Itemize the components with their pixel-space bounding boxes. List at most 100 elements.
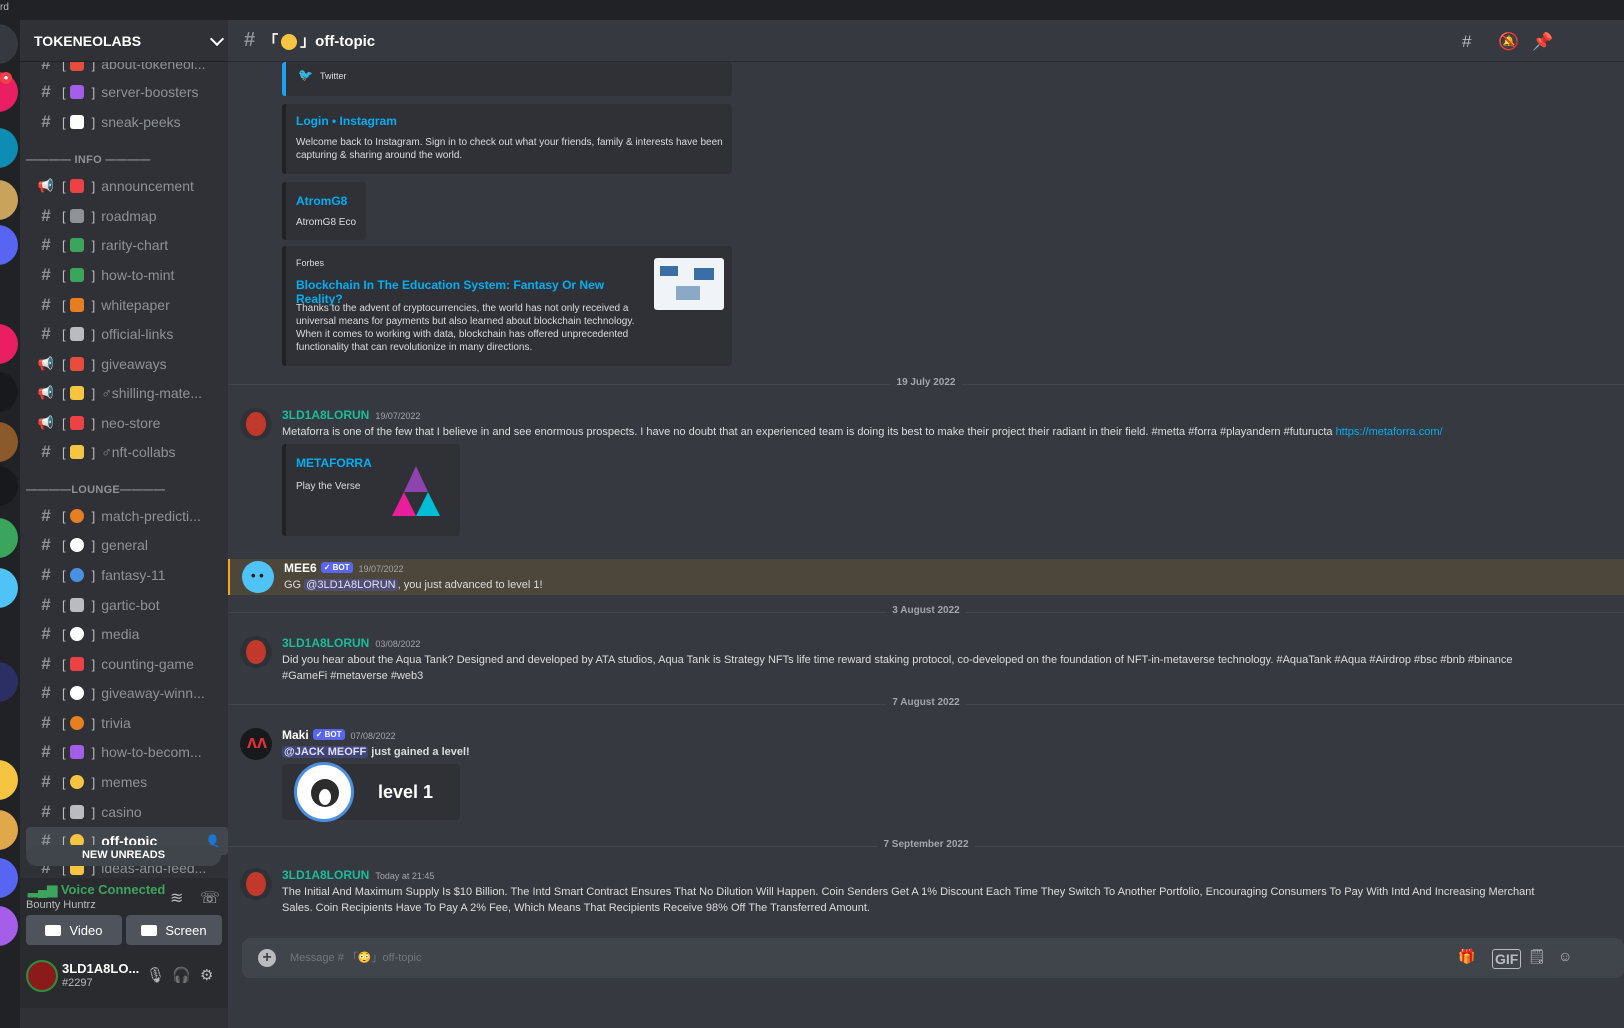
mute-bell-icon[interactable]: 🔕: [1498, 32, 1519, 52]
message-author[interactable]: 3LD1A8LORUN Today at 21:45: [282, 868, 434, 882]
embed-thumbnail[interactable]: [654, 258, 724, 310]
message-author[interactable]: MEE6 ✓ BOT 19/07/2022: [284, 561, 404, 575]
channel-emoji: [69, 62, 84, 71]
channel-item[interactable]: #[] memes: [26, 768, 228, 796]
channel-item[interactable]: #[] whitepaper: [26, 291, 228, 319]
gif-button[interactable]: GIF: [1492, 949, 1522, 969]
gift-icon[interactable]: 🎁: [1458, 948, 1475, 965]
add-attachment-icon[interactable]: +: [258, 949, 276, 967]
message-author[interactable]: 3LD1A8LORUN 03/08/2022: [282, 636, 420, 650]
user-mention[interactable]: @3LD1A8LORUN: [304, 579, 398, 591]
channel-item[interactable]: #[] rarity-chart: [26, 231, 228, 259]
channel-emoji: [281, 34, 298, 51]
message-author[interactable]: Maki ✓ BOT 07/08/2022: [282, 728, 396, 742]
category-lounge[interactable]: ————LOUNGE————: [26, 484, 165, 496]
screen-share-button[interactable]: Screen: [126, 915, 222, 945]
threads-icon[interactable]: #: [1462, 32, 1471, 52]
server-icon[interactable]: [0, 128, 18, 168]
channel-header: # 「」off-topic # 🔕 📌: [228, 20, 1624, 62]
channel-item[interactable]: #[] general: [26, 531, 228, 559]
message-list: 🐦 Twitter Login • Instagram Welcome back…: [228, 62, 1624, 942]
bot-badge: ✓ BOT: [320, 562, 353, 573]
avatar[interactable]: [26, 960, 58, 992]
avatar[interactable]: [240, 408, 272, 440]
channel-emoji: [69, 686, 84, 700]
channel-item[interactable]: 📢[] giveaways: [26, 350, 228, 378]
server-icon[interactable]: [0, 324, 18, 364]
hash-icon: #: [41, 535, 51, 554]
user-mention[interactable]: @JACK MEOFF: [282, 746, 369, 758]
microphone-icon[interactable]: 🎙: [146, 966, 165, 984]
channel-item[interactable]: #[] fantasy-11: [26, 561, 228, 589]
channel-item[interactable]: #[] about-tokeneol...: [26, 62, 228, 78]
hash-icon: #: [41, 82, 51, 101]
channel-item[interactable]: #[] counting-game: [26, 650, 228, 678]
channel-item[interactable]: #[] casino: [26, 798, 228, 826]
noise-suppression-icon[interactable]: ≋: [170, 888, 183, 908]
channel-item[interactable]: 📢[] ♂shilling-mate...: [26, 379, 228, 407]
message-input[interactable]: [290, 947, 1390, 969]
message-author[interactable]: 3LD1A8LORUN 19/07/2022: [282, 408, 420, 422]
instagram-embed: Login • Instagram Welcome back to Instag…: [282, 104, 732, 174]
server-icon[interactable]: [0, 518, 18, 558]
server-icon[interactable]: [0, 24, 18, 64]
embed-title[interactable]: METAFORRA: [296, 456, 372, 470]
emoji-icon[interactable]: ☺: [1558, 948, 1572, 964]
user-panel: 3LD1A8LO... #2297 🎙 🎧 ⚙: [20, 950, 236, 1008]
embed-title[interactable]: Login • Instagram: [296, 114, 397, 128]
channel-item[interactable]: #[] how-to-becom...: [26, 738, 228, 766]
avatar[interactable]: ʌʌ: [240, 728, 272, 760]
pin-icon[interactable]: 📌: [1532, 32, 1553, 52]
video-button[interactable]: Video: [26, 915, 122, 945]
channel-item[interactable]: #[] giveaway-winn...: [26, 679, 228, 707]
channel-item[interactable]: #[] media: [26, 620, 228, 648]
headphones-icon[interactable]: 🎧: [172, 966, 191, 984]
server-icon[interactable]: [0, 372, 18, 412]
channel-item[interactable]: #[] roadmap: [26, 202, 228, 230]
server-icon[interactable]: [0, 180, 18, 220]
channel-item[interactable]: #[] match-predicti...: [26, 502, 228, 530]
sticker-icon[interactable]: 🗒: [1528, 948, 1546, 965]
server-icon[interactable]: [0, 810, 18, 850]
server-icon[interactable]: [0, 466, 18, 506]
server-header[interactable]: TOKENEOLABS: [20, 20, 236, 62]
voice-status: ▂▄▆ Voice Connected: [28, 882, 166, 897]
channel-item[interactable]: #[] server-boosters: [26, 78, 228, 106]
disconnect-call-icon[interactable]: ☏: [200, 888, 220, 908]
megaphone-icon: 📢: [37, 385, 55, 400]
channel-emoji: [69, 416, 84, 430]
channel-item[interactable]: #[] gartic-bot: [26, 591, 228, 619]
embed-title[interactable]: AtromG8: [296, 194, 347, 208]
channel-item[interactable]: #[] trivia: [26, 709, 228, 737]
channel-item[interactable]: #[] official-links: [26, 320, 228, 348]
channel-item[interactable]: #[] ♂nft-collabs: [26, 438, 228, 466]
message-body: @JACK MEOFF just gained a level!: [282, 746, 470, 758]
channel-item[interactable]: 📢[] announcement: [26, 172, 228, 200]
avatar[interactable]: [240, 636, 272, 668]
server-icon[interactable]: [0, 422, 18, 462]
embed-description: Welcome back to Instagram. Sign in to ch…: [296, 137, 723, 161]
server-icon[interactable]: [0, 760, 18, 800]
channel-emoji: [69, 745, 84, 759]
server-name: TOKENEOLABS: [34, 32, 142, 49]
title-bar: rd: [0, 0, 1624, 20]
avatar[interactable]: • •: [242, 561, 274, 593]
server-icon[interactable]: [0, 906, 18, 946]
category-info[interactable]: ———— INFO ————: [26, 154, 151, 166]
server-icon[interactable]: [0, 225, 18, 265]
new-unreads-button[interactable]: NEW UNREADS: [26, 845, 221, 866]
megaphone-icon: 📢: [37, 178, 55, 193]
avatar[interactable]: [240, 868, 272, 900]
hash-icon: #: [41, 565, 51, 584]
channel-item[interactable]: #[] how-to-mint: [26, 261, 228, 289]
message-timestamp: Today at 21:45: [375, 871, 435, 881]
gear-icon[interactable]: ⚙: [200, 966, 213, 984]
server-icon[interactable]: [0, 568, 18, 608]
channel-emoji: [69, 357, 84, 371]
channel-item[interactable]: 📢[] neo-store: [26, 409, 228, 437]
channel-emoji: [69, 298, 84, 312]
server-icon[interactable]: [0, 858, 18, 898]
message-link[interactable]: https://metaforra.com/: [1336, 426, 1443, 438]
channel-item[interactable]: #[] sneak-peeks: [26, 108, 228, 136]
server-icon[interactable]: [0, 662, 18, 702]
